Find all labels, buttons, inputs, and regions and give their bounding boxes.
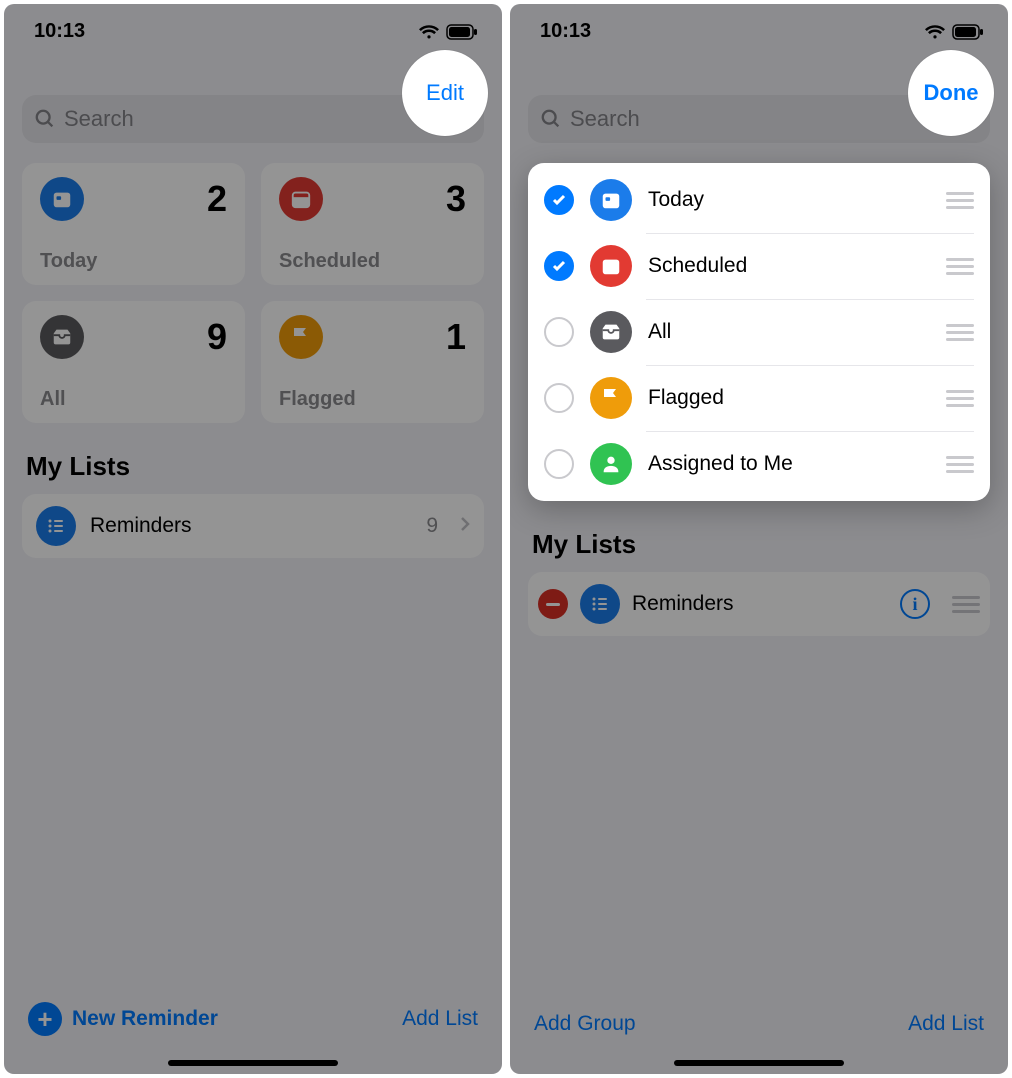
drag-handle[interactable]: [952, 596, 980, 613]
search-icon: [34, 108, 56, 130]
tile-today-count: 2: [207, 178, 227, 220]
drag-handle[interactable]: [946, 324, 974, 341]
flag-icon: [590, 377, 632, 419]
wifi-icon: [418, 24, 440, 40]
edit-row-label: Today: [648, 188, 704, 212]
tile-today-label: Today: [40, 250, 227, 273]
checkbox-today[interactable]: [544, 185, 574, 215]
search-placeholder: Search: [570, 106, 640, 132]
list-count: 9: [426, 514, 438, 538]
wifi-icon: [924, 24, 946, 40]
edit-button[interactable]: Edit: [402, 50, 488, 136]
checkbox-scheduled[interactable]: [544, 251, 574, 281]
search-placeholder: Search: [64, 106, 134, 132]
new-reminder-button[interactable]: + New Reminder: [28, 1002, 218, 1036]
edit-row-flagged[interactable]: Flagged: [528, 365, 990, 431]
tile-all-label: All: [40, 388, 227, 411]
done-button-label: Done: [924, 80, 979, 106]
home-indicator[interactable]: [674, 1060, 844, 1066]
status-icons: [418, 24, 478, 40]
bottom-bar: Add Group Add List: [510, 1012, 1008, 1054]
drag-handle[interactable]: [946, 390, 974, 407]
smart-lists-panel: Today Scheduled: [528, 163, 990, 501]
list-reminders-edit[interactable]: Reminders i: [528, 572, 990, 636]
tray-icon: [590, 311, 632, 353]
edit-row-label: All: [648, 320, 671, 344]
battery-icon: [952, 24, 984, 40]
checkbox-assigned[interactable]: [544, 449, 574, 479]
tile-scheduled[interactable]: 3 Scheduled: [261, 163, 484, 285]
calendar-icon: [279, 177, 323, 221]
list-icon: [36, 506, 76, 546]
drag-handle[interactable]: [946, 192, 974, 209]
chevron-icon: [460, 514, 470, 538]
list-reminders[interactable]: Reminders 9: [22, 494, 484, 558]
search-icon: [540, 108, 562, 130]
checkbox-all[interactable]: [544, 317, 574, 347]
edit-row-scheduled[interactable]: Scheduled: [528, 233, 990, 299]
phone-left: 10:13 Edit Search 2 Today: [4, 4, 502, 1074]
tile-scheduled-count: 3: [446, 178, 466, 220]
tile-flagged[interactable]: 1 Flagged: [261, 301, 484, 423]
add-list-button[interactable]: Add List: [402, 1007, 478, 1031]
drag-handle[interactable]: [946, 258, 974, 275]
delete-button[interactable]: [538, 589, 568, 619]
tile-all-count: 9: [207, 316, 227, 358]
edit-row-today[interactable]: Today: [528, 167, 990, 233]
status-bar: 10:13: [4, 4, 502, 47]
list-icon: [580, 584, 620, 624]
calendar-icon: [590, 245, 632, 287]
tile-today[interactable]: 2 Today: [22, 163, 245, 285]
tile-flagged-label: Flagged: [279, 388, 466, 411]
edit-button-label: Edit: [426, 80, 464, 106]
add-list-button[interactable]: Add List: [908, 1012, 984, 1036]
edit-row-assigned[interactable]: Assigned to Me: [528, 431, 990, 497]
drag-handle[interactable]: [946, 456, 974, 473]
edit-row-label: Scheduled: [648, 254, 747, 278]
status-time: 10:13: [540, 20, 591, 43]
my-lists-title: My Lists: [26, 451, 480, 482]
edit-row-label: Flagged: [648, 386, 724, 410]
status-time: 10:13: [34, 20, 85, 43]
my-lists-title: My Lists: [532, 529, 986, 560]
person-icon: [590, 443, 632, 485]
list-name: Reminders: [90, 514, 192, 538]
add-group-button[interactable]: Add Group: [534, 1012, 636, 1036]
tray-icon: [40, 315, 84, 359]
status-bar: 10:13: [510, 4, 1008, 47]
calendar-today-icon: [40, 177, 84, 221]
info-button[interactable]: i: [900, 589, 930, 619]
edit-row-label: Assigned to Me: [648, 452, 793, 476]
home-indicator[interactable]: [168, 1060, 338, 1066]
edit-row-all[interactable]: All: [528, 299, 990, 365]
plus-icon: +: [28, 1002, 62, 1036]
list-name: Reminders: [632, 592, 734, 616]
bottom-bar: + New Reminder Add List: [4, 1002, 502, 1054]
tile-scheduled-label: Scheduled: [279, 250, 466, 273]
new-reminder-label: New Reminder: [72, 1007, 218, 1031]
status-icons: [924, 24, 984, 40]
checkbox-flagged[interactable]: [544, 383, 574, 413]
battery-icon: [446, 24, 478, 40]
phone-right: 10:13 Done Search Today: [510, 4, 1008, 1074]
done-button[interactable]: Done: [908, 50, 994, 136]
tile-flagged-count: 1: [446, 316, 466, 358]
tile-all[interactable]: 9 All: [22, 301, 245, 423]
flag-icon: [279, 315, 323, 359]
calendar-today-icon: [590, 179, 632, 221]
